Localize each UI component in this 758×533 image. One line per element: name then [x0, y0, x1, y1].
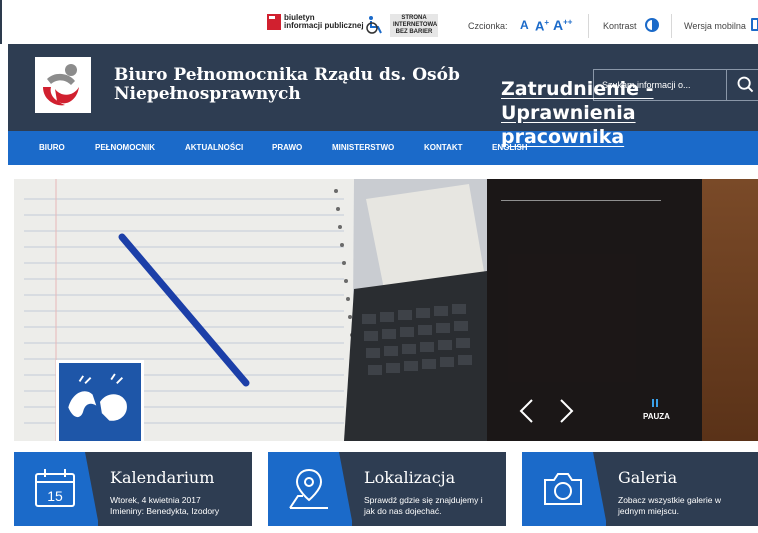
tile-title: Galeria [618, 468, 678, 487]
font-size-large-letter: A [535, 18, 545, 34]
tile-icon-area [268, 452, 353, 526]
bip-logo-icon [267, 14, 281, 30]
mobile-phone-icon[interactable] [751, 18, 758, 31]
hero-divider [501, 200, 661, 201]
tile-subtitle: Sprawdź gdzie się znajdujemy i jak do na… [364, 495, 506, 517]
nav-item-prawo[interactable]: PRAWO [272, 131, 302, 165]
tile-title: Lokalizacja [364, 468, 456, 487]
wheelchair-icon[interactable] [363, 15, 387, 35]
sign-language-badge[interactable] [56, 360, 144, 441]
contrast-icon[interactable] [645, 18, 659, 32]
tile-line-2: jak do nas dojechać. [364, 506, 442, 516]
hero-slide-title[interactable]: Zatrudnienie - Uprawnienia pracownika [501, 77, 671, 149]
next-slide-arrow-icon[interactable] [556, 398, 576, 424]
tile-line-2: jednym miejscu. [618, 506, 679, 516]
tile-subtitle: Wtorek, 4 kwietnia 2017 Imieniny: Benedy… [110, 495, 252, 517]
contrast-label[interactable]: Kontrast [603, 21, 637, 31]
hero-image-edge [702, 179, 758, 441]
mobile-version-label[interactable]: Wersja mobilna [684, 21, 746, 31]
tile-icon-area [522, 452, 607, 526]
prev-slide-arrow-icon[interactable] [517, 398, 537, 424]
logo-icon [43, 64, 79, 106]
font-size-label: Czcionka: [468, 21, 508, 31]
pause-label[interactable]: PAUZA [643, 412, 670, 421]
tile-icon-area: 15 [14, 452, 99, 526]
site-title[interactable]: Biuro Pełnomocnika Rządu ds. Osób Niepeł… [114, 66, 494, 104]
sibb-line-1: STRONA [401, 15, 427, 21]
site-logo[interactable] [35, 57, 91, 113]
divider [588, 14, 589, 38]
tile-galeria[interactable]: Galeria Zobacz wszystkie galerie w jedny… [522, 452, 758, 526]
nav-item-kontakt[interactable]: KONTAKT [424, 131, 463, 165]
map-pin-icon [289, 468, 328, 509]
tile-kalendarium[interactable]: 15 Kalendarium Wtorek, 4 kwietnia 2017 I… [14, 452, 252, 526]
tile-line-1: Wtorek, 4 kwietnia 2017 [110, 495, 201, 505]
nav-item-biuro[interactable]: BIURO [39, 131, 65, 165]
tile-line-1: Sprawdź gdzie się znajdujemy i [364, 495, 483, 505]
divider [671, 14, 672, 38]
sibb-line-2: INTERNETOWA [393, 22, 438, 28]
font-size-large-sup: + [544, 18, 550, 27]
calendar-icon: 15 [35, 469, 75, 507]
nav-item-pelnomocnik[interactable]: PEŁNOMOCNIK [95, 131, 155, 165]
accessible-site-badge[interactable]: STRONA INTERNETOWA BEZ BARIER [390, 14, 438, 37]
tile-title: Kalendarium [110, 468, 215, 487]
font-size-large-button[interactable]: A+ [535, 18, 549, 33]
tile-line-1: Zobacz wszystkie galerie w [618, 495, 721, 505]
font-size-xlarge-letter: A [553, 17, 564, 33]
bip-link[interactable]: biuletyn informacji publicznej [267, 14, 376, 30]
font-size-xlarge-button[interactable]: A++ [553, 17, 572, 33]
font-size-xlarge-sup: ++ [563, 17, 573, 27]
utility-bar: biuletyn informacji publicznej STRONA IN… [0, 0, 758, 44]
sign-language-icon [68, 373, 127, 421]
nav-item-aktualnosci[interactable]: AKTUALNOŚCI [185, 131, 243, 165]
tile-subtitle: Zobacz wszystkie galerie w jednym miejsc… [618, 495, 758, 517]
camera-icon [544, 473, 582, 505]
font-size-normal-button[interactable]: A [520, 18, 529, 32]
sibb-line-3: BEZ BARIER [395, 29, 433, 35]
nav-item-ministerstwo[interactable]: MINISTERSTWO [332, 131, 394, 165]
calendar-day: 15 [47, 488, 63, 504]
pause-icon[interactable] [652, 399, 658, 407]
tile-lokalizacja[interactable]: Lokalizacja Sprawdź gdzie się znajdujemy… [268, 452, 506, 526]
search-icon [737, 76, 754, 93]
search-button[interactable] [726, 69, 758, 101]
hero-slider [14, 179, 758, 441]
tile-line-2: Imieniny: Benedykta, Izodory [110, 506, 220, 516]
